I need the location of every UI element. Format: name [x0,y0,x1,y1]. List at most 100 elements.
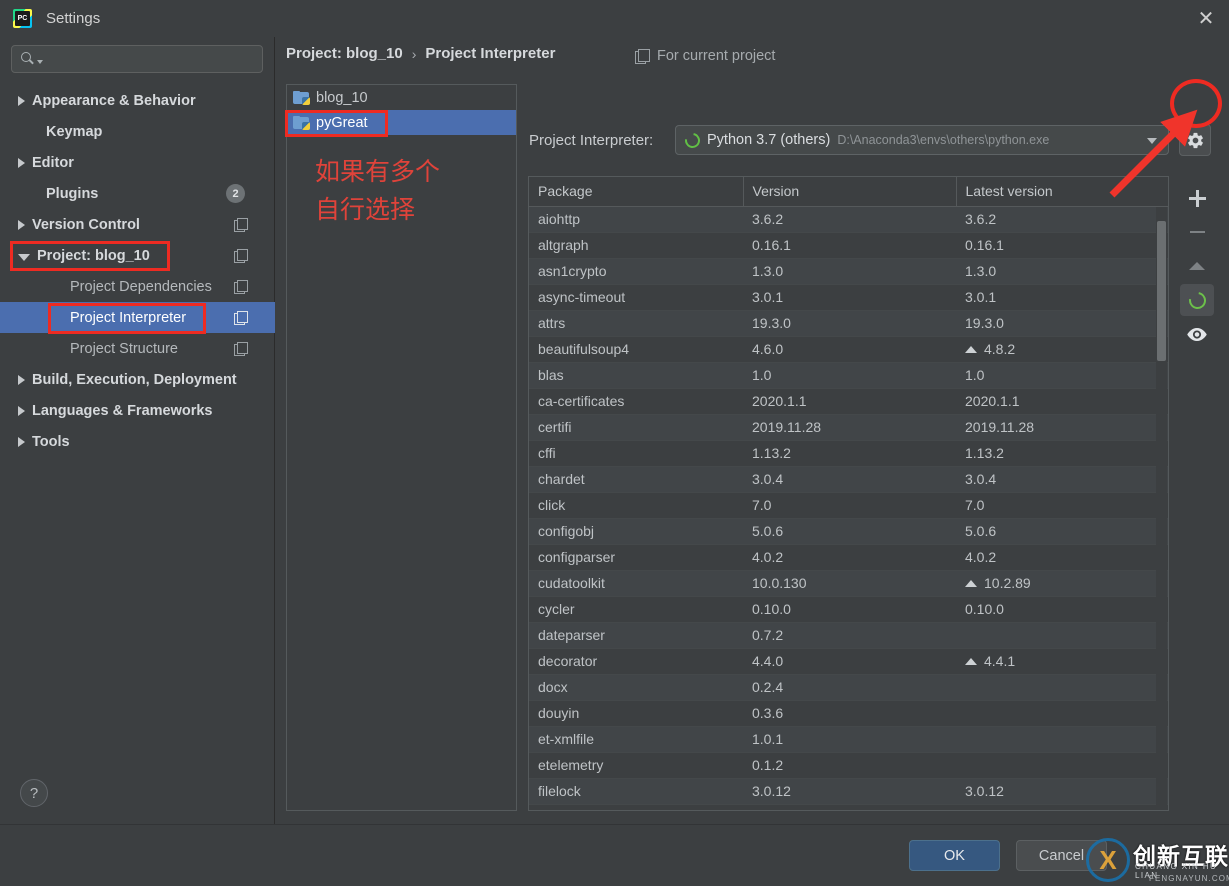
table-row[interactable]: cudatoolkit10.0.13010.2.89 [529,570,1168,596]
scope-indicator: For current project [635,48,775,64]
table-row[interactable]: douyin0.3.6 [529,700,1168,726]
column-header[interactable]: Latest version [956,177,1168,206]
table-row[interactable]: altgraph0.16.10.16.1 [529,232,1168,258]
search-box[interactable] [11,45,263,73]
sidebar-item-project-structure[interactable]: Project Structure [0,333,275,364]
package-latest-version-cell: 0.10.0 [956,596,1168,622]
table-row[interactable]: configparser4.0.24.0.2 [529,544,1168,570]
table-row[interactable]: fitz0.0.1.dev2 [529,804,1168,811]
table-row[interactable]: et-xmlfile1.0.1 [529,726,1168,752]
remove-package-button[interactable] [1180,216,1214,248]
chevron-right-icon[interactable] [18,220,25,230]
sidebar-item-label: Keymap [46,124,102,140]
sidebar-item-project-interpreter[interactable]: Project Interpreter [0,302,275,333]
package-latest-version-cell: 7.0 [956,492,1168,518]
scrollbar-thumb[interactable] [1157,221,1166,361]
table-row[interactable]: docx0.2.4 [529,674,1168,700]
project-list-item[interactable]: pyGreat [287,110,516,135]
table-row[interactable]: beautifulsoup44.6.04.8.2 [529,336,1168,362]
python-folder-icon [293,91,310,105]
chevron-right-icon[interactable] [18,375,25,385]
column-header[interactable]: Package [529,177,743,206]
package-name-cell: cycler [529,596,743,622]
table-row[interactable]: cffi1.13.21.13.2 [529,440,1168,466]
table-row[interactable]: asn1crypto1.3.01.3.0 [529,258,1168,284]
package-version-cell: 1.13.2 [743,440,956,466]
annotation-note-line1: 如果有多个 [315,153,440,191]
table-row[interactable]: filelock3.0.123.0.12 [529,778,1168,804]
plugins-count-badge: 2 [226,184,245,203]
show-early-releases-button[interactable] [1180,318,1214,350]
package-version-cell: 1.0 [743,362,956,388]
ok-button[interactable]: OK [909,840,1000,871]
python-folder-icon [293,116,310,130]
package-latest-version-cell [956,622,1168,648]
table-row[interactable]: aiohttp3.6.23.6.2 [529,206,1168,232]
chevron-right-icon[interactable] [18,406,25,416]
package-version-cell: 0.7.2 [743,622,956,648]
table-row[interactable]: decorator4.4.04.4.1 [529,648,1168,674]
upgrade-available-icon [965,346,977,353]
interpreter-select[interactable]: Python 3.7 (others) D:\Anaconda3\envs\ot… [675,125,1169,155]
sidebar-item-project-blog-10[interactable]: Project: blog_10 [0,240,275,271]
breadcrumb: Project: blog_10 › Project Interpreter [286,45,555,62]
table-row[interactable]: attrs19.3.019.3.0 [529,310,1168,336]
pycharm-logo-icon [13,9,32,28]
package-version-cell: 0.0.1.dev2 [743,804,956,811]
search-input[interactable] [43,52,262,67]
package-name-cell: chardet [529,466,743,492]
sidebar-item-languages-frameworks[interactable]: Languages & Frameworks [0,395,275,426]
breadcrumb-parent[interactable]: Project: blog_10 [286,45,403,62]
chevron-right-icon[interactable] [18,158,25,168]
sidebar-item-editor[interactable]: Editor [0,147,275,178]
column-header[interactable]: Version [743,177,956,206]
package-latest-version-cell: 19.3.0 [956,310,1168,336]
upgrade-available-icon [965,658,977,665]
package-version-cell: 0.1.2 [743,752,956,778]
chevron-down-icon[interactable] [18,254,30,261]
interpreter-settings-button[interactable] [1179,124,1211,156]
module-scope-icon [234,249,247,262]
table-row[interactable]: certifi2019.11.282019.11.28 [529,414,1168,440]
table-row[interactable]: click7.07.0 [529,492,1168,518]
table-row[interactable]: configobj5.0.65.0.6 [529,518,1168,544]
sidebar-item-build-execution-deployment[interactable]: Build, Execution, Deployment [0,364,275,395]
sidebar-item-project-dependencies[interactable]: Project Dependencies [0,271,275,302]
close-icon[interactable]: ✕ [1183,0,1229,37]
package-name-cell: douyin [529,700,743,726]
search-icon [20,51,36,67]
package-name-cell: filelock [529,778,743,804]
table-row[interactable]: cycler0.10.00.10.0 [529,596,1168,622]
breadcrumb-current: Project Interpreter [425,45,555,62]
package-version-cell: 1.3.0 [743,258,956,284]
minus-icon [1190,231,1205,234]
sidebar-item-keymap[interactable]: Keymap [0,116,275,147]
latest-version-text: 10.2.89 [984,575,1031,591]
table-row[interactable]: dateparser0.7.2 [529,622,1168,648]
table-row[interactable]: etelemetry0.1.2 [529,752,1168,778]
add-package-button[interactable] [1180,182,1214,214]
sidebar-item-appearance-behavior[interactable]: Appearance & Behavior [0,85,275,116]
chevron-right-icon[interactable] [18,437,25,447]
sidebar-item-plugins[interactable]: Plugins2 [0,178,275,209]
package-latest-version-cell: 3.0.4 [956,466,1168,492]
package-version-cell: 1.0.1 [743,726,956,752]
cancel-button[interactable]: Cancel [1016,840,1107,871]
chevron-right-icon[interactable] [18,96,25,106]
sidebar-item-tools[interactable]: Tools [0,426,275,457]
table-row[interactable]: ca-certificates2020.1.12020.1.1 [529,388,1168,414]
help-button[interactable]: ? [20,779,48,807]
conda-env-button[interactable] [1180,284,1214,316]
table-row[interactable]: async-timeout3.0.13.0.1 [529,284,1168,310]
table-row[interactable]: chardet3.0.43.0.4 [529,466,1168,492]
package-name-cell: ca-certificates [529,388,743,414]
upgrade-package-button[interactable] [1180,250,1214,282]
project-list-item[interactable]: blog_10 [287,85,516,110]
package-latest-version-cell: 0.16.1 [956,232,1168,258]
table-row[interactable]: blas1.01.0 [529,362,1168,388]
package-version-cell: 4.0.2 [743,544,956,570]
packages-scrollbar[interactable] [1156,207,1167,811]
package-version-cell: 3.6.2 [743,206,956,232]
sidebar-item-version-control[interactable]: Version Control [0,209,275,240]
chevron-down-icon[interactable] [1147,138,1157,144]
